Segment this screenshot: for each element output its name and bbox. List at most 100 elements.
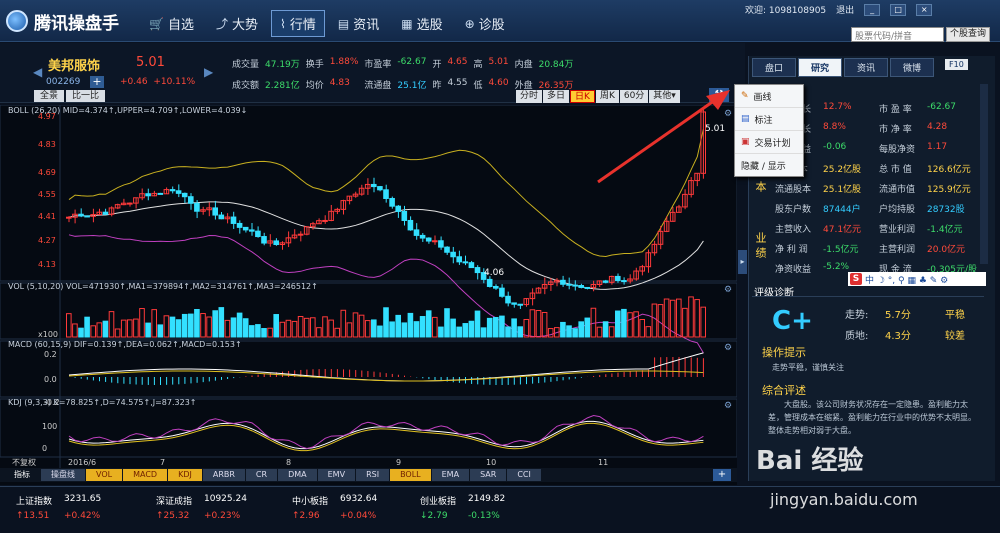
minimize-button[interactable]: _ bbox=[864, 3, 881, 16]
ime-toolbar[interactable]: S中 ☽ °, ⚲ ▦ ♣ ✎ ⚙ bbox=[848, 272, 986, 286]
period-button[interactable]: 多日 bbox=[543, 90, 570, 103]
volume-bar bbox=[297, 315, 304, 338]
change-pct: +10.11% bbox=[153, 77, 196, 87]
diag-verdict: 平稳 bbox=[945, 310, 965, 321]
menu-label: 隐藏 / 显示 bbox=[741, 162, 786, 172]
menu-annotate[interactable]: ▤ 标注 bbox=[735, 108, 803, 131]
period-button[interactable]: 分时 bbox=[516, 90, 543, 103]
volume-bar bbox=[401, 322, 408, 338]
indicator-tab[interactable]: SAR bbox=[470, 469, 507, 481]
nav-xuangu[interactable]: ▦ 选股 bbox=[392, 10, 451, 37]
macd-label: MACD (60,15,9) DIF=0.139↑,DEA=0.062↑,MAC… bbox=[8, 340, 242, 349]
sogou-icon: S bbox=[850, 273, 862, 285]
quote-field-label: 开 bbox=[432, 60, 442, 70]
candle-body bbox=[486, 278, 493, 287]
fin-label: 净资收益 bbox=[775, 265, 812, 275]
right-tab[interactable]: 微博 bbox=[890, 58, 935, 77]
nav-zixun[interactable]: ▤ 资讯 bbox=[329, 10, 388, 37]
candle-body bbox=[218, 214, 225, 220]
fin-label: 市 盈 率 bbox=[879, 105, 912, 115]
fin-label: 流通股本 bbox=[775, 185, 812, 195]
financial-table: 收入增长12.7%市 盈 率-62.67利润增长8.8%市 净 率4.28每股收… bbox=[775, 102, 981, 275]
fin-value: -1.5亿元 bbox=[823, 245, 859, 255]
volume-bar bbox=[255, 324, 261, 338]
fin-label: 总 市 值 bbox=[879, 165, 912, 175]
candle-body bbox=[242, 226, 249, 231]
volume-bar bbox=[499, 315, 505, 338]
nav-dashi[interactable]: ⤴ 大势 bbox=[207, 10, 267, 37]
stock-search-button[interactable]: 个股查询 bbox=[946, 27, 990, 42]
indicator-tab[interactable]: EMA bbox=[431, 469, 470, 481]
quote-field-value: 4.60 bbox=[488, 78, 509, 88]
close-button[interactable]: × bbox=[916, 3, 933, 16]
candle-body bbox=[169, 189, 176, 192]
candle-body bbox=[493, 285, 499, 289]
index-value: 2149.82 bbox=[468, 494, 506, 504]
add-indicator-button[interactable]: + bbox=[713, 469, 731, 481]
candle-body bbox=[322, 219, 328, 222]
menu-label: 标注 bbox=[754, 115, 773, 126]
collapse-panel-button[interactable]: ▸ bbox=[738, 250, 747, 274]
logout-link[interactable]: 退出 bbox=[836, 3, 854, 16]
nav-zixuan[interactable]: 🛒 自选 bbox=[140, 10, 203, 37]
fin-value: 25.2亿股 bbox=[823, 165, 862, 175]
diagnosis-scores: 走势: 5.7分 平稳 质地: 4.3分 较差 bbox=[845, 306, 1000, 342]
indicator-tab[interactable]: EMV bbox=[317, 469, 356, 481]
candle-body bbox=[444, 246, 450, 253]
nav-hangqing[interactable]: ⌇ 行情 bbox=[271, 10, 325, 37]
candle-body bbox=[236, 222, 243, 228]
candle-body bbox=[181, 192, 188, 198]
volume-bar bbox=[694, 299, 700, 338]
indicator-tab[interactable]: 操盘线 bbox=[41, 469, 85, 481]
indicator-tab[interactable]: DMA bbox=[278, 469, 317, 481]
candle-body bbox=[401, 210, 408, 221]
f10-button[interactable]: F10 bbox=[945, 59, 968, 70]
maximize-button[interactable]: □ bbox=[890, 3, 907, 16]
volume-bar bbox=[493, 317, 499, 338]
add-watchlist-button[interactable]: + bbox=[90, 76, 104, 88]
section-performance: 业绩 bbox=[754, 232, 767, 262]
menu-toggle[interactable]: 隐藏 / 显示 bbox=[735, 154, 803, 177]
fin-value: 25.1亿股 bbox=[823, 185, 862, 195]
diag-label: 走势: bbox=[845, 310, 869, 321]
indicator-tab[interactable]: MACD bbox=[123, 469, 168, 481]
kdj-k-line bbox=[68, 420, 704, 450]
indicator-tab[interactable]: ARBR bbox=[202, 469, 245, 481]
volume-bar bbox=[505, 326, 511, 338]
volume-bar bbox=[242, 318, 249, 338]
prev-stock-icon[interactable]: ◀ bbox=[33, 65, 42, 79]
panorama-button[interactable]: 全景 bbox=[34, 90, 65, 102]
indicator-tab[interactable]: BOLL bbox=[390, 469, 431, 481]
nav-zhengu[interactable]: ⊕ 诊股 bbox=[456, 10, 514, 37]
candle-body bbox=[212, 207, 218, 216]
compare-button[interactable]: 比一比 bbox=[66, 90, 106, 102]
stock-search-input[interactable]: 股票代码/拼音 bbox=[851, 27, 944, 42]
right-tab[interactable]: 盘口 bbox=[752, 58, 797, 77]
candle-body bbox=[175, 190, 182, 194]
quote-field-label: 高 bbox=[473, 60, 483, 70]
menu-trade-plan[interactable]: ▣ 交易计划 bbox=[735, 131, 803, 154]
indicator-tab[interactable]: CR bbox=[245, 469, 278, 481]
next-stock-icon[interactable]: ▶ bbox=[204, 65, 213, 79]
menu-draw-line[interactable]: ✎ 画线 bbox=[735, 85, 803, 108]
ime-status-icons: 中 ☽ °, ⚲ ▦ ♣ ✎ ⚙ bbox=[865, 275, 949, 286]
indicator-tab[interactable]: RSI bbox=[356, 469, 390, 481]
indicator-tab[interactable]: VOL bbox=[86, 469, 123, 481]
stock-price: 5.01 bbox=[136, 55, 165, 70]
candle-body bbox=[249, 229, 255, 232]
right-tab[interactable]: 资讯 bbox=[844, 58, 889, 77]
candle-body bbox=[273, 240, 279, 246]
candle-body bbox=[383, 189, 389, 199]
indicator-tab[interactable]: CCI bbox=[507, 469, 541, 481]
low-annotation: 4.06 bbox=[484, 268, 504, 278]
volume-bar bbox=[151, 309, 157, 338]
volume-bar bbox=[541, 311, 548, 338]
candle-body bbox=[66, 216, 72, 219]
indicator-tab[interactable]: KDJ bbox=[168, 469, 202, 481]
right-tab[interactable]: 研究 bbox=[798, 58, 843, 77]
indicator-tab[interactable]: 指标 bbox=[4, 469, 40, 481]
date-tick: 10 bbox=[486, 458, 496, 467]
volume-bar bbox=[163, 315, 170, 338]
quote-field-label: 流通盘 bbox=[364, 81, 392, 91]
right-scrollbar[interactable] bbox=[980, 84, 988, 264]
